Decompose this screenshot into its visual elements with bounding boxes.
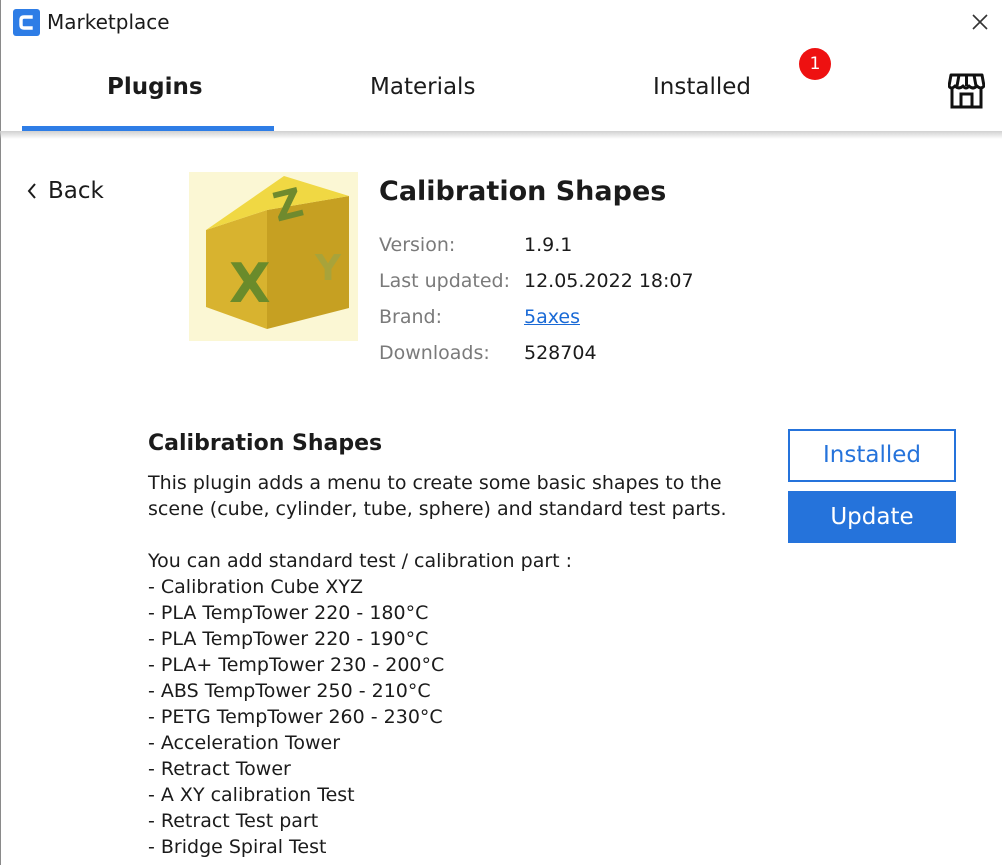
description-line: You can add standard test / calibration … [148, 550, 573, 572]
meta-label: Version: [379, 234, 456, 256]
brand-link[interactable]: 5axes [524, 306, 580, 328]
meta-value: 528704 [524, 342, 597, 364]
meta-label: Downloads: [379, 342, 490, 364]
tab-plugins[interactable]: Plugins [107, 74, 203, 100]
description-line: - Calibration Cube XYZ [148, 576, 364, 598]
description-line: - ABS TempTower 250 - 210°C [148, 680, 431, 702]
installed-button[interactable]: Installed [788, 429, 956, 482]
description-line: - PLA+ TempTower 230 - 200°C [148, 654, 445, 676]
back-button[interactable]: Back [26, 178, 104, 204]
back-label: Back [48, 178, 104, 204]
description-line: - Acceleration Tower [148, 732, 341, 754]
calibration-cube-image: Z X Y [189, 172, 358, 341]
tab-materials[interactable]: Materials [370, 74, 475, 100]
description-line: This plugin adds a menu to create some b… [148, 472, 722, 494]
description-line: - Bridge Spiral Test [148, 836, 327, 858]
description-line: - PLA TempTower 220 - 190°C [148, 628, 429, 650]
plugin-title: Calibration Shapes [379, 176, 667, 207]
description-line: scene (cube, cylinder, tube, sphere) and… [148, 498, 727, 520]
meta-value: 1.9.1 [524, 234, 573, 256]
update-button[interactable]: Update [788, 491, 956, 543]
store-icon[interactable] [948, 72, 985, 109]
tab-bar-shadow [0, 131, 1002, 139]
title-bar: Marketplace [0, 0, 1002, 44]
cube-letter-x: X [229, 252, 271, 315]
cura-app-icon [13, 9, 40, 36]
meta-label: Brand: [379, 306, 442, 328]
meta-label: Last updated: [379, 270, 511, 292]
close-icon[interactable] [969, 11, 991, 33]
tab-installed[interactable]: Installed [653, 74, 751, 100]
meta-value: 12.05.2022 18:07 [524, 270, 694, 292]
description-line: - A XY calibration Test [148, 784, 355, 806]
description-text: This plugin adds a menu to create some b… [148, 470, 748, 860]
description-line: - Retract Test part [148, 810, 319, 832]
description-line: - PLA TempTower 220 - 180°C [148, 602, 429, 624]
chevron-left-icon [27, 183, 36, 199]
description-title: Calibration Shapes [148, 431, 383, 456]
window-title: Marketplace [47, 10, 170, 34]
tab-bar: Plugins Materials Installed 1 [0, 44, 1002, 131]
description-line [148, 522, 748, 548]
notification-badge: 1 [799, 48, 831, 80]
cube-letter-y: Y [314, 248, 342, 289]
description-line: - PETG TempTower 260 - 230°C [148, 706, 443, 728]
description-line: - Retract Tower [148, 758, 291, 780]
